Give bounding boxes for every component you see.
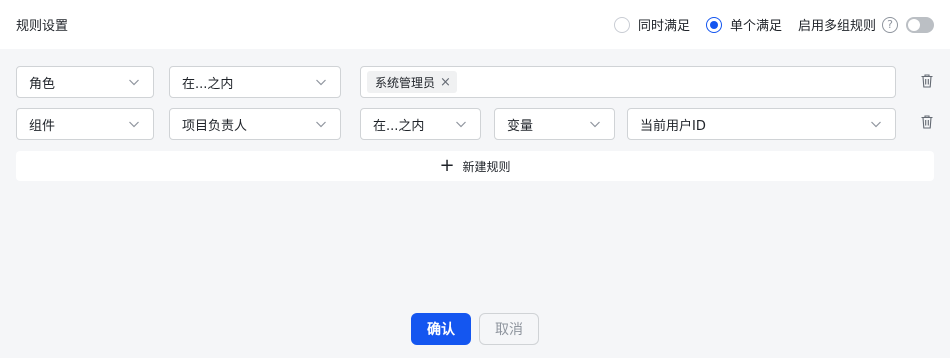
rule-2-field-select[interactable]: 组件	[16, 108, 154, 140]
rule-2-subfield-select[interactable]: 项目负责人	[169, 108, 341, 140]
cancel-button[interactable]: 取消	[479, 313, 539, 345]
value-tag-label: 系统管理员	[375, 75, 436, 90]
rule-2-value-select[interactable]: 当前用户ID	[627, 108, 896, 140]
rule-2-operator-select[interactable]: 在...之内	[360, 108, 481, 140]
rule-1-operator-select[interactable]: 在...之内	[169, 66, 341, 98]
plus-icon: +	[439, 155, 455, 176]
header-bar: 规则设置 同时满足 单个满足 启用多组规则 ?	[0, 0, 950, 49]
rule-2-operator-value: 在...之内	[373, 118, 425, 134]
chevron-down-icon	[590, 121, 600, 128]
rule-2-delete-trash-icon[interactable]	[919, 114, 935, 130]
rule-2-value-type-value: 变量	[507, 118, 534, 134]
rule-1-value-multiselect[interactable]: 系统管理员 ×	[360, 66, 896, 98]
radio-match-all-label: 同时满足	[637, 19, 690, 34]
rule-2-subfield-value: 项目负责人	[182, 118, 248, 134]
radio-match-all[interactable]: 同时满足	[613, 15, 690, 34]
radio-match-one-label: 单个满足	[729, 19, 782, 34]
rule-1-field-value: 角色	[29, 76, 56, 92]
add-rule-label: 新建规则	[462, 159, 511, 174]
rule-2-field-value: 组件	[29, 118, 56, 134]
match-mode-controls: 同时满足 单个满足 启用多组规则 ?	[613, 15, 934, 34]
rule-1-delete-trash-icon[interactable]	[919, 73, 935, 89]
rule-2-value-type-select[interactable]: 变量	[494, 108, 615, 140]
multi-group-label: 启用多组规则	[797, 19, 876, 34]
radio-match-one[interactable]: 单个满足	[705, 15, 782, 34]
toggle-knob	[908, 18, 920, 31]
chevron-down-icon	[316, 121, 326, 128]
value-tag: 系统管理员 ×	[367, 71, 457, 93]
confirm-button[interactable]: 确认	[411, 313, 471, 345]
chevron-down-icon	[129, 79, 139, 86]
chevron-down-icon	[871, 121, 881, 128]
chevron-down-icon	[456, 121, 466, 128]
add-rule-button[interactable]: + 新建规则	[16, 151, 934, 181]
rule-1-operator-value: 在...之内	[182, 76, 234, 92]
page-title: 规则设置	[16, 19, 69, 34]
chevron-down-icon	[316, 79, 326, 86]
radio-match-one-circle[interactable]	[705, 16, 722, 33]
help-icon[interactable]: ?	[882, 16, 898, 33]
tag-close-icon[interactable]: ×	[440, 75, 451, 90]
rule-1-field-select[interactable]: 角色	[16, 66, 154, 98]
rule-2-value-value: 当前用户ID	[640, 118, 706, 134]
radio-match-all-circle[interactable]	[613, 16, 630, 33]
chevron-down-icon	[129, 121, 139, 128]
multi-group-toggle[interactable]	[906, 16, 934, 33]
